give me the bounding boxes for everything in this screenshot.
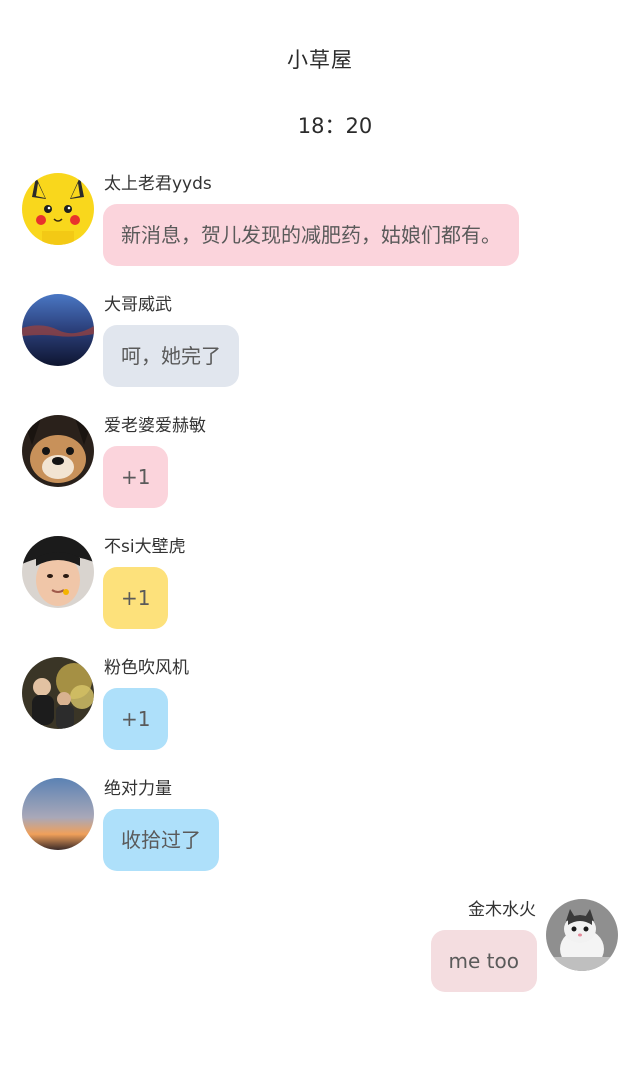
pikachu-avatar[interactable]	[22, 173, 94, 245]
night-sky-avatar[interactable]	[22, 294, 94, 366]
sender-name: 太上老君yyds	[104, 174, 212, 194]
timestamp: 18：20	[297, 114, 373, 138]
sender-name: 爱老婆爱赫敏	[104, 416, 206, 436]
message-item: 太上老君yyds 新消息，贺儿发现的减肥药，姑娘们都有。	[0, 173, 640, 283]
sender-name: 粉色吹风机	[104, 658, 189, 678]
message-item-self: 金木水火 me too	[0, 899, 640, 1009]
message-item: 粉色吹风机 +1	[0, 657, 640, 767]
message-item: 绝对力量 收拾过了	[0, 778, 640, 888]
message-bubble[interactable]: me too	[430, 930, 537, 992]
boy-face-avatar[interactable]	[22, 536, 94, 608]
sender-name: 金木水火	[468, 900, 536, 920]
message-bubble[interactable]: +1	[103, 688, 169, 750]
message-bubble[interactable]: 新消息，贺儿发现的减肥药，姑娘们都有。	[103, 204, 519, 266]
message-item: 不si大壁虎 +1	[0, 536, 640, 646]
message-item: 爱老婆爱赫敏 +1	[0, 415, 640, 525]
sender-name: 绝对力量	[104, 779, 172, 799]
sunset-avatar[interactable]	[22, 778, 94, 850]
dog-avatar[interactable]	[22, 415, 94, 487]
chat-title: 小草屋	[287, 48, 353, 72]
sender-name: 大哥威武	[104, 295, 172, 315]
sender-name: 不si大壁虎	[104, 537, 186, 557]
cat-avatar[interactable]	[546, 899, 618, 971]
message-bubble[interactable]: 收拾过了	[103, 809, 219, 871]
message-item: 大哥威武 呵，她完了	[0, 294, 640, 404]
people-outdoor-avatar[interactable]	[22, 657, 94, 729]
message-bubble[interactable]: 呵，她完了	[103, 325, 239, 387]
message-bubble[interactable]: +1	[103, 567, 169, 629]
message-bubble[interactable]: +1	[103, 446, 169, 508]
